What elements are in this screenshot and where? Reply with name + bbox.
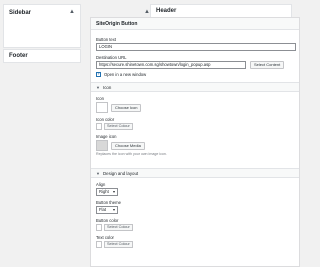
button-text-input[interactable]: LOGIN: [96, 43, 296, 51]
design-section-title: Design and layout: [102, 170, 139, 176]
button-theme-select[interactable]: Flat ▾: [96, 206, 118, 214]
header-panel[interactable]: Header ▲: [144, 4, 292, 18]
footer-panel[interactable]: Footer: [3, 49, 81, 63]
widget-editor-title: SiteOrigin Button: [91, 18, 299, 30]
text-color-swatch[interactable]: [96, 241, 102, 248]
caret-down-icon: ▼: [96, 170, 100, 176]
sidebar-panel-title: Sidebar: [9, 10, 32, 16]
choose-icon-button[interactable]: Choose Icon: [111, 103, 142, 112]
button-color-select-button[interactable]: Select Colour: [104, 224, 133, 231]
align-select[interactable]: Right ▾: [96, 188, 118, 196]
chevron-up-icon[interactable]: ▲: [68, 8, 76, 16]
widget-editor: SiteOrigin Button Button text LOGIN Dest…: [90, 17, 300, 267]
image-icon-preview: [96, 140, 108, 151]
icon-color-label: Icon color: [96, 117, 115, 122]
footer-panel-title: Footer: [9, 53, 28, 59]
icon-section-toggle[interactable]: ▼ Icon: [91, 82, 299, 92]
button-color-swatch[interactable]: [96, 224, 102, 231]
chevron-down-icon: ▾: [112, 207, 115, 212]
choose-media-button[interactable]: Choose Media: [111, 141, 145, 150]
button-theme-label: Button theme: [96, 200, 121, 205]
button-theme-select-value: Flat: [99, 207, 106, 212]
icon-section-title: Icon: [102, 84, 112, 90]
icon-label: Icon: [96, 96, 104, 101]
icon-color-swatch[interactable]: [96, 123, 102, 130]
chevron-down-icon: ▾: [112, 189, 115, 194]
text-color-select-button[interactable]: Select Colour: [104, 241, 133, 248]
chevron-up-icon[interactable]: ▲: [143, 8, 151, 16]
icon-color-select-button[interactable]: Select Colour: [104, 123, 133, 130]
image-icon-label: Image icon: [96, 134, 117, 139]
design-section-toggle[interactable]: ▼ Design and layout: [91, 168, 299, 178]
button-text-label: Button text: [96, 37, 117, 42]
destination-url-label: Destination URL: [96, 55, 127, 60]
align-select-value: Right: [99, 189, 109, 194]
header-panel-title: Header: [156, 8, 177, 14]
button-color-label: Button color: [96, 218, 119, 223]
align-label: Align: [96, 182, 106, 187]
sidebar-panel[interactable]: Sidebar ▲: [3, 4, 81, 48]
icon-preview: [96, 102, 108, 113]
text-color-label: Text color: [96, 235, 114, 240]
caret-down-icon: ▼: [96, 84, 100, 90]
image-icon-help-text: Replaces the icon with your own image ic…: [96, 152, 167, 156]
open-new-window-checkbox[interactable]: ✓: [96, 72, 101, 77]
select-content-button[interactable]: Select Content: [250, 61, 285, 69]
destination-url-input[interactable]: https://secure.shinetown.com.sg/showtown…: [96, 61, 246, 69]
open-new-window-label: Open in a new window: [104, 72, 147, 77]
